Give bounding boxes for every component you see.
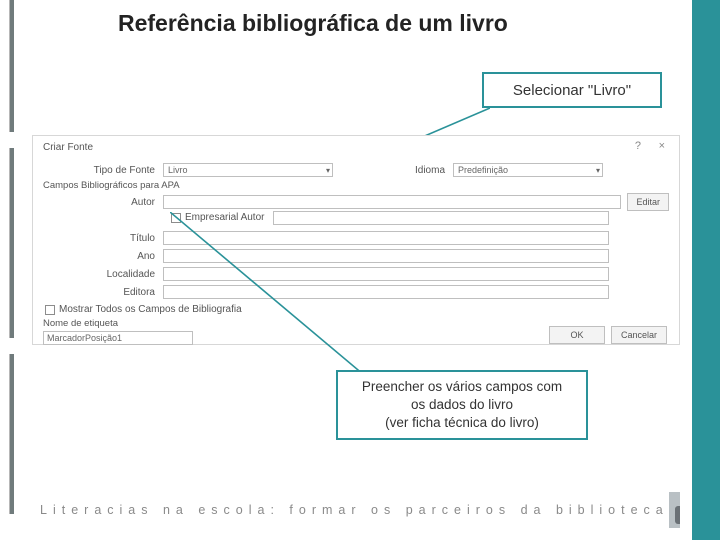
left-notch [0,354,10,514]
tag-name-label: Nome de etiqueta [43,318,118,329]
chevron-down-icon: ▾ [596,165,600,177]
language-label: Idioma [393,165,453,176]
callout-select-livro: Selecionar "Livro" [482,72,662,108]
left-notch [0,148,10,338]
ok-button[interactable]: OK [549,326,605,344]
year-label: Ano [43,251,163,262]
page-title: Referência bibliográfica de um livro [118,10,508,37]
help-icon[interactable]: ? [635,140,641,152]
callout-line: (ver ficha técnica do livro) [385,414,539,432]
title-label: Título [43,233,163,244]
language-select[interactable]: Predefinição ▾ [453,163,603,177]
author-label: Autor [43,197,163,208]
left-rail [10,148,14,338]
edit-button[interactable]: Editar [627,193,669,211]
footer: Literacias na escola: formar os parceiro… [40,498,680,522]
callout-line: Preencher os vários campos com [362,378,562,396]
fields-section-label: Campos Bibliográficos para APA [43,180,180,191]
dialog-title: Criar Fonte [43,142,93,153]
footer-photo [669,492,680,528]
slide: Referência bibliográfica de um livro Sel… [0,0,720,540]
source-type-value: Livro [168,165,188,175]
author-input[interactable] [163,195,621,209]
language-value: Predefinição [458,165,508,175]
show-all-fields-checkbox[interactable] [45,305,55,315]
left-rail [10,354,14,514]
close-icon[interactable]: × [659,140,665,152]
right-accent-bar [692,0,720,540]
callout-line: os dados do livro [411,396,513,414]
source-type-label: Tipo de Fonte [43,165,163,176]
source-type-select[interactable]: Livro ▾ [163,163,333,177]
publisher-label: Editora [43,287,163,298]
chevron-down-icon: ▾ [326,165,330,177]
footer-text: Literacias na escola: formar os parceiro… [40,503,669,517]
city-label: Localidade [43,269,163,280]
left-rail [10,0,14,132]
left-notch [0,0,10,132]
callout-arrow [170,212,370,380]
cancel-button[interactable]: Cancelar [611,326,667,344]
callout-fill-fields: Preencher os vários campos com os dados … [336,370,588,440]
